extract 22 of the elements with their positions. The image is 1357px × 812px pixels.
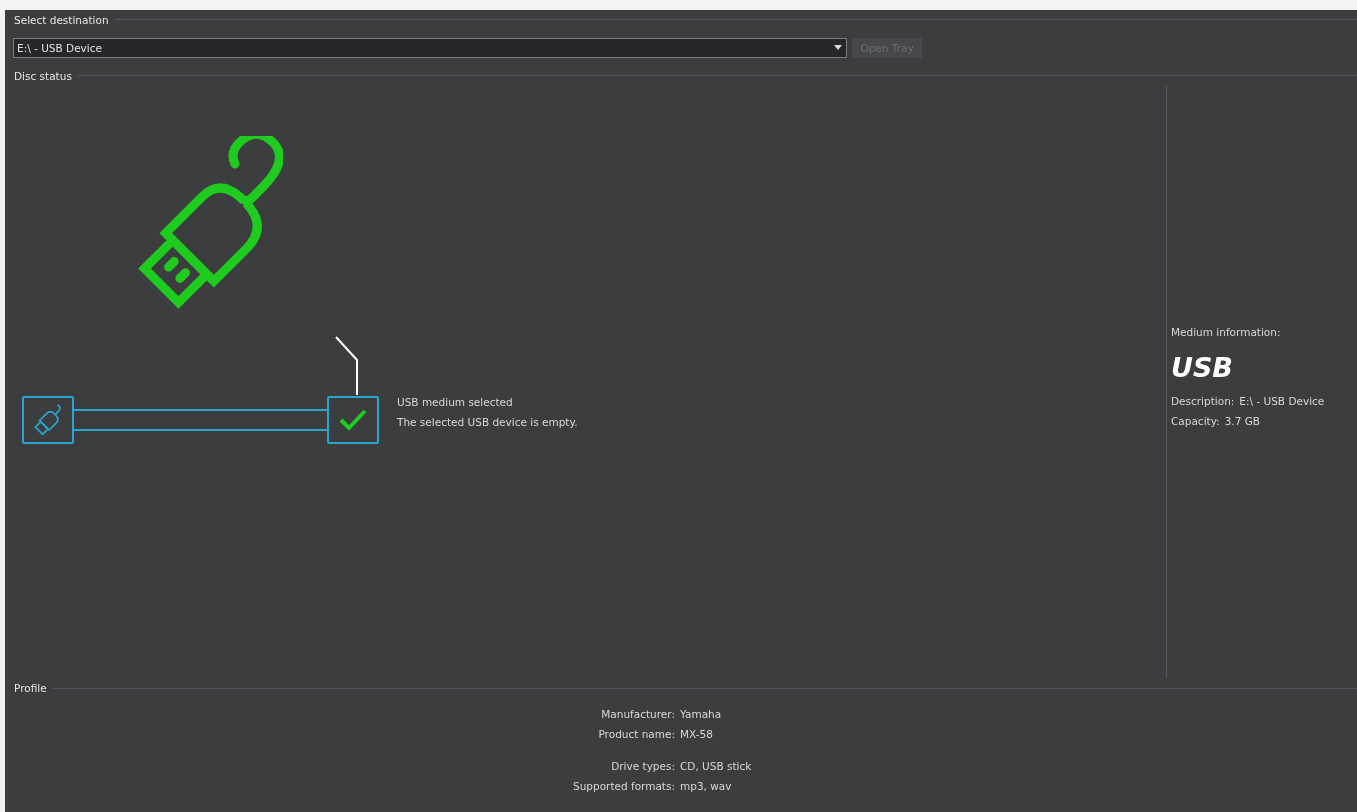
medium-information-heading: Medium information: (1171, 325, 1282, 338)
detail-value: 3.7 GB (1224, 414, 1261, 427)
status-message: USB medium selected (397, 395, 514, 408)
profile-label: Drive types: (610, 760, 675, 772)
section-title: Profile (14, 682, 47, 695)
drive-dropdown[interactable]: E:\ - USB Device (13, 37, 847, 58)
detail-value: E:\ - USB Device (1239, 394, 1325, 407)
check-icon (338, 407, 368, 432)
profile-value: MX-58 (680, 728, 713, 740)
detail-label: Description: (1171, 394, 1235, 407)
medium-type: USB (1171, 351, 1234, 383)
status-message: The selected USB device is empty. (397, 415, 578, 428)
profile-label: Product name: (597, 728, 675, 740)
section-title: Select destination (14, 13, 109, 26)
detail-label: Capacity: (1171, 414, 1220, 427)
profile-value: Yamaha (680, 708, 722, 720)
profile-value: CD, USB stick (680, 760, 752, 772)
profile-value: mp3, wav (680, 780, 732, 792)
profile-label: Supported formats: (572, 780, 675, 792)
caret-icon (834, 44, 842, 50)
section-title: Disc status (14, 69, 72, 82)
profile-label: Manufacturer: (600, 708, 675, 720)
